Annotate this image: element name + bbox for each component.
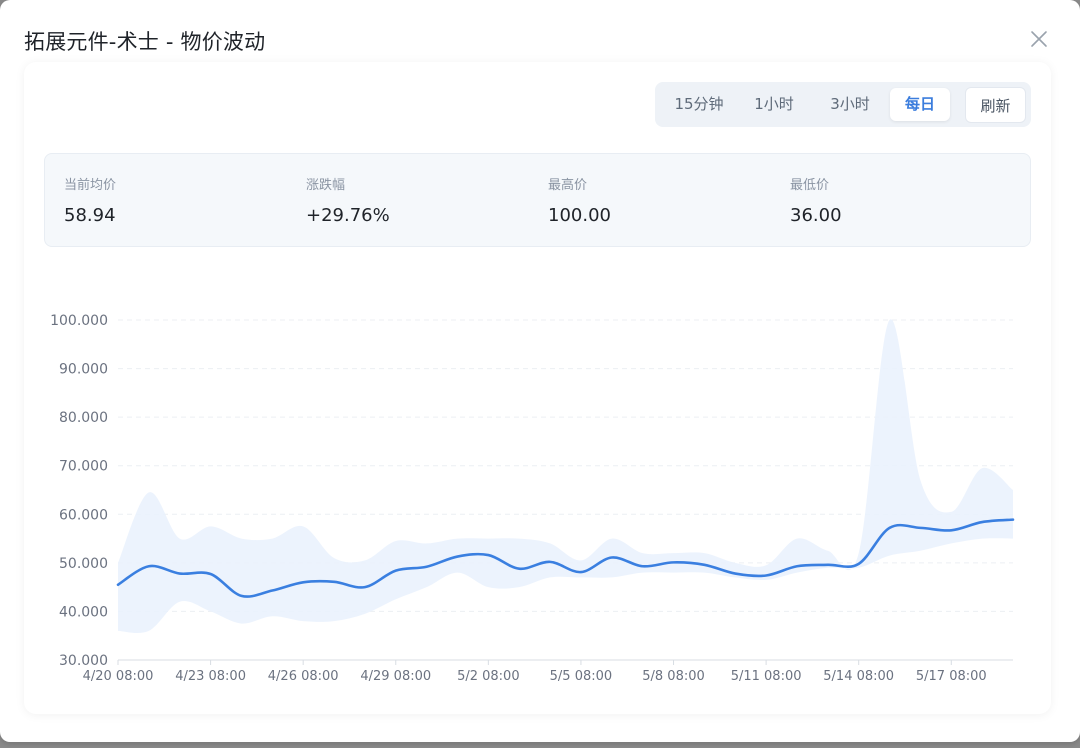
y-tick-label: 100.000 [50, 313, 108, 329]
x-tick-label: 5/11 08:00 [731, 669, 802, 684]
price-range-band [118, 319, 1013, 634]
x-tick-label: 5/5 08:00 [550, 669, 613, 684]
x-tick-label: 5/2 08:00 [457, 669, 520, 684]
x-tick-label: 5/14 08:00 [823, 669, 894, 684]
y-tick-label: 60.000 [59, 507, 108, 523]
y-tick-label: 80.000 [59, 410, 108, 426]
x-tick-label: 4/29 08:00 [360, 669, 431, 684]
y-tick-label: 30.000 [59, 653, 108, 669]
y-tick-label: 70.000 [59, 459, 108, 475]
y-tick-label: 40.000 [59, 604, 108, 620]
price-chart: 30.000 40.000 50.000 60.000 70.000 80.000 90.0… [50, 313, 1015, 684]
price-history-dialog: 拓展元件-术士 - 物价波动 15分钟 1小时 3小时 每日 刷新 当前均价 5… [0, 0, 1080, 742]
x-tick-label: 5/17 08:00 [916, 669, 987, 684]
x-tick-label: 5/8 08:00 [642, 669, 705, 684]
x-tick-label: 4/26 08:00 [268, 669, 339, 684]
x-tick-label: 4/23 08:00 [175, 669, 246, 684]
y-tick-label: 90.000 [59, 362, 108, 378]
y-tick-label: 50.000 [59, 556, 108, 572]
x-tick-label: 4/20 08:00 [83, 669, 154, 684]
